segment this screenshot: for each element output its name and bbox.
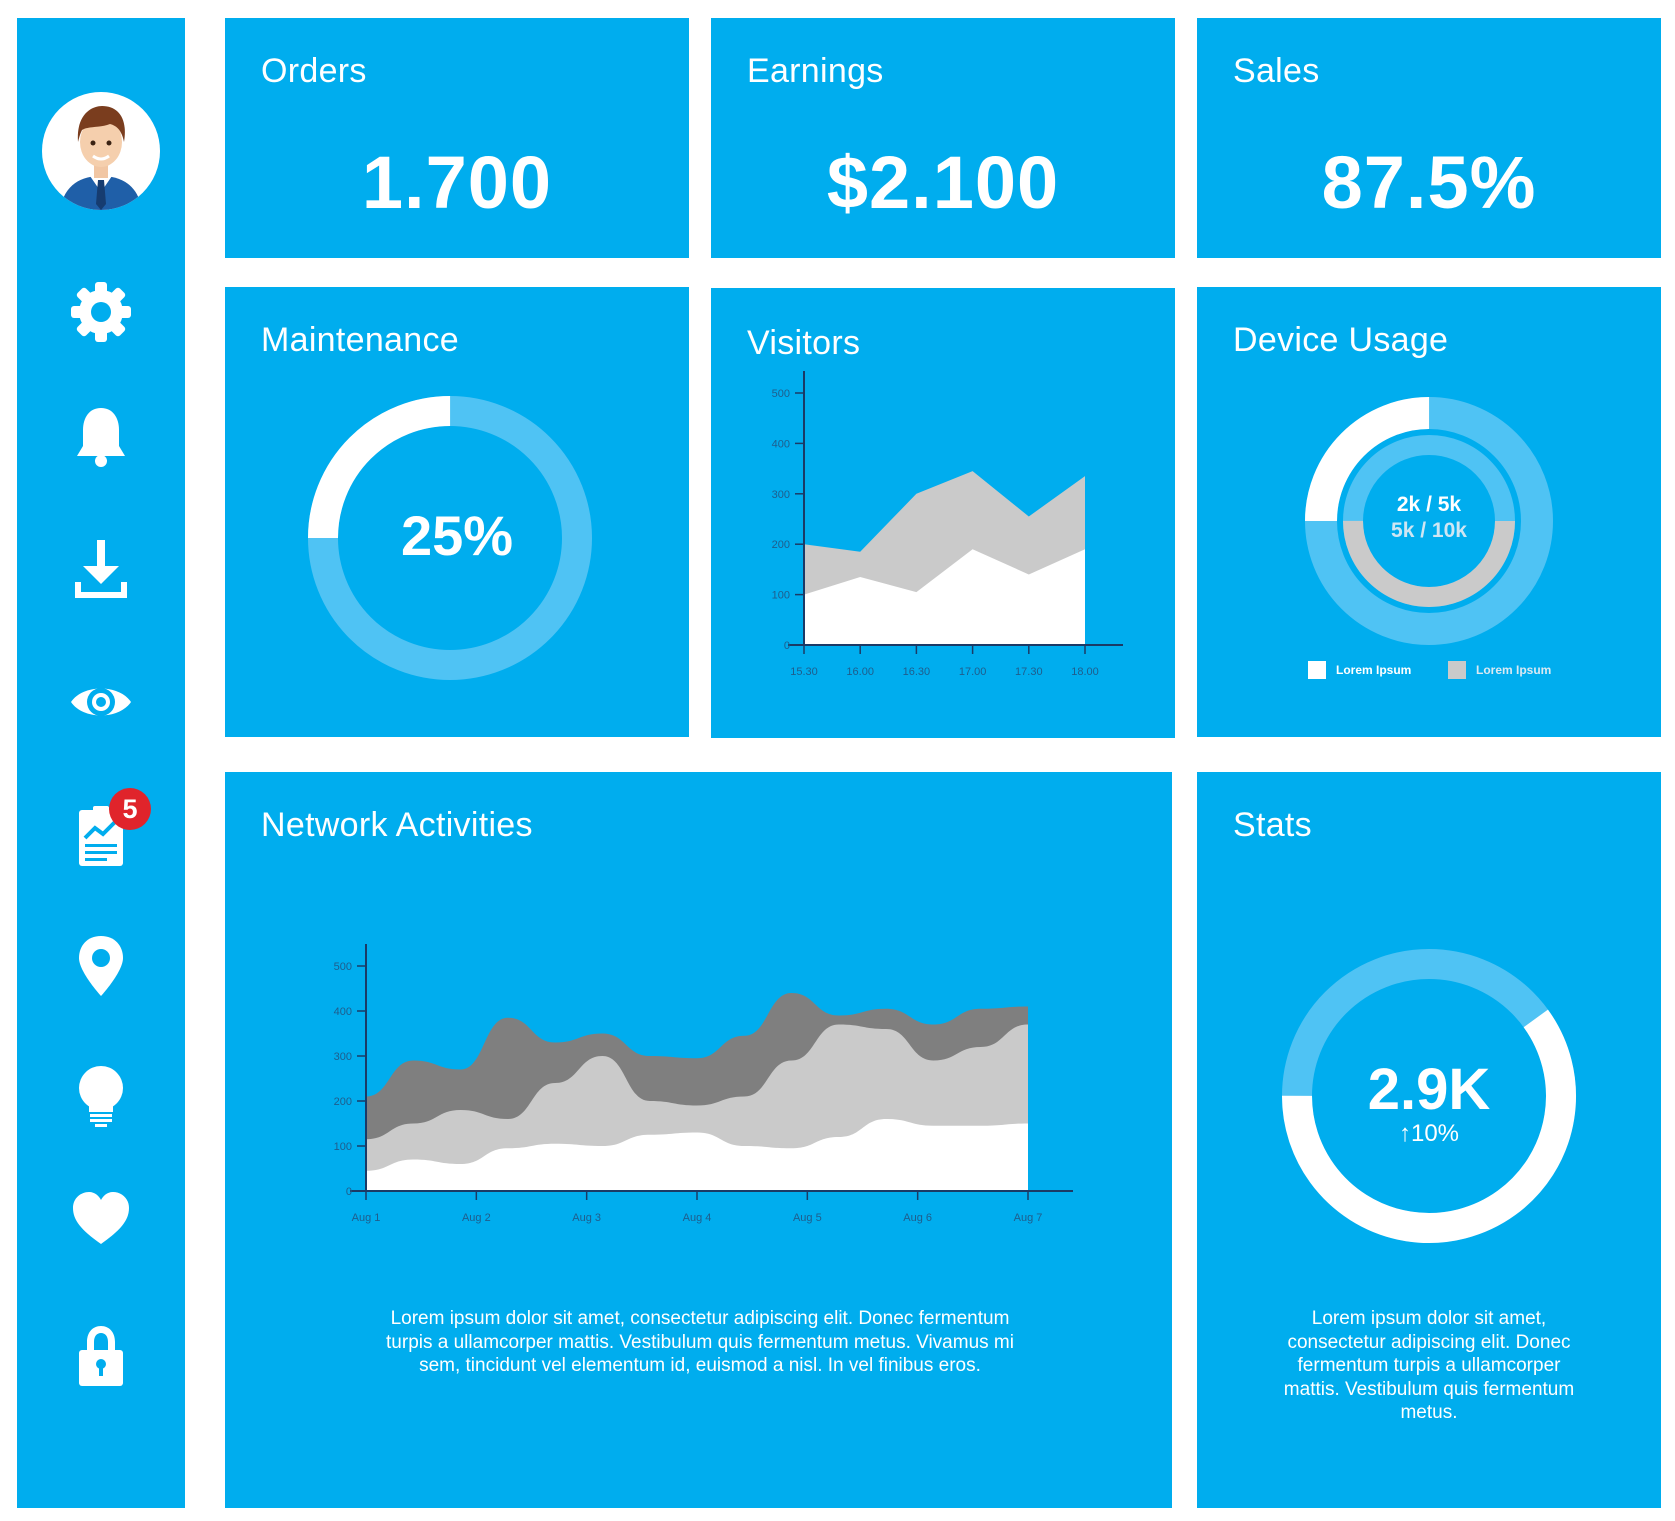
lock-icon[interactable] (69, 1324, 133, 1388)
x-tick-label: Aug 5 (793, 1212, 822, 1224)
network-description: Lorem ipsum dolor sit amet, consectetur … (386, 1308, 1014, 1376)
legend-swatch-gray (1448, 661, 1466, 679)
sales-card: Sales 87.5% (1197, 18, 1661, 258)
y-tick-label: 0 (346, 1186, 352, 1198)
earnings-card: Earnings $2.100 (711, 18, 1175, 258)
device-usage-card: Device Usage 2k / 5k 5k / 10k Lorem Ipsu… (1197, 287, 1661, 737)
user-avatar[interactable] (42, 92, 160, 210)
x-tick-label: Aug 6 (903, 1212, 932, 1224)
x-tick-label: Aug 2 (462, 1212, 491, 1224)
y-tick-label: 200 (334, 1096, 352, 1108)
device-usage-line2: 5k / 10k (1391, 519, 1467, 542)
device-legend-item-2: Lorem Ipsum (1448, 661, 1551, 679)
location-pin-icon[interactable] (69, 934, 133, 998)
lightbulb-icon[interactable] (69, 1064, 133, 1128)
notification-badge: 5 (109, 788, 151, 830)
y-tick-label: 100 (334, 1141, 352, 1153)
y-tick-label: 0 (784, 640, 790, 652)
x-tick-label: 16.30 (903, 666, 931, 678)
x-tick-label: 16.00 (846, 666, 874, 678)
stats-value: 2.9K (1367, 1057, 1491, 1122)
x-tick-label: 17.00 (959, 666, 987, 678)
heart-icon[interactable] (69, 1188, 133, 1252)
orders-title: Orders (261, 52, 367, 90)
maintenance-card: Maintenance 25% (225, 287, 689, 737)
x-tick-label: Aug 1 (352, 1212, 381, 1224)
y-tick-label: 500 (772, 388, 790, 400)
y-tick-label: 200 (772, 539, 790, 551)
stats-description: Lorem ipsum dolor sit amet, consectetur … (1283, 1308, 1575, 1423)
sidebar: 5 (17, 18, 185, 1508)
download-icon[interactable] (69, 538, 133, 602)
x-tick-label: 17.30 (1015, 666, 1043, 678)
maintenance-value: 25% (400, 504, 514, 567)
visitors-card: Visitors 0 100 200 300 400 500 15.30 16.00 16.30… (711, 288, 1175, 738)
y-tick-label: 300 (772, 489, 790, 501)
legend-label: Lorem Ipsum (1336, 663, 1412, 677)
x-tick-label: 18.00 (1071, 666, 1099, 678)
gear-icon[interactable] (69, 280, 133, 344)
network-activities-card: Network Activities 0 100 200 300 400 500 Aug 1… (225, 772, 1172, 1508)
y-tick-label: 400 (772, 438, 790, 450)
device-usage-title: Device Usage (1233, 321, 1449, 359)
visitors-chart: 0 100 200 300 400 500 15.30 16.00 16.30 17.00 17.3… (772, 371, 1123, 678)
x-tick-label: Aug 3 (572, 1212, 601, 1224)
bell-icon[interactable] (69, 404, 133, 468)
orders-value: 1.700 (361, 141, 553, 224)
device-legend-item-1: Lorem Ipsum (1308, 661, 1411, 679)
legend-label: Lorem Ipsum (1476, 663, 1552, 677)
sales-value: 87.5% (1321, 141, 1537, 224)
earnings-value: $2.100 (826, 141, 1060, 224)
maintenance-title: Maintenance (261, 321, 459, 359)
y-tick-label: 100 (772, 590, 790, 602)
y-tick-label: 300 (334, 1051, 352, 1063)
sales-title: Sales (1233, 52, 1320, 90)
y-tick-label: 400 (334, 1006, 352, 1018)
x-tick-label: 15.30 (790, 666, 818, 678)
device-usage-line1: 2k / 5k (1396, 493, 1462, 516)
eye-icon[interactable] (69, 670, 133, 734)
x-tick-label: Aug 7 (1014, 1212, 1043, 1224)
orders-card: Orders 1.700 (225, 18, 689, 258)
stats-card: Stats 2.9K ↑10% Lorem ipsum dolor sit am… (1197, 772, 1661, 1508)
stats-title: Stats (1233, 806, 1312, 844)
stats-change: ↑10% (1398, 1120, 1460, 1147)
earnings-title: Earnings (747, 52, 884, 90)
y-tick-label: 500 (334, 961, 352, 973)
x-tick-label: Aug 4 (683, 1212, 712, 1224)
network-chart: 0 100 200 300 400 500 Aug 1 Aug 2 Aug 3 Aug 4 Aug … (334, 944, 1073, 1224)
legend-swatch-white (1308, 661, 1326, 679)
